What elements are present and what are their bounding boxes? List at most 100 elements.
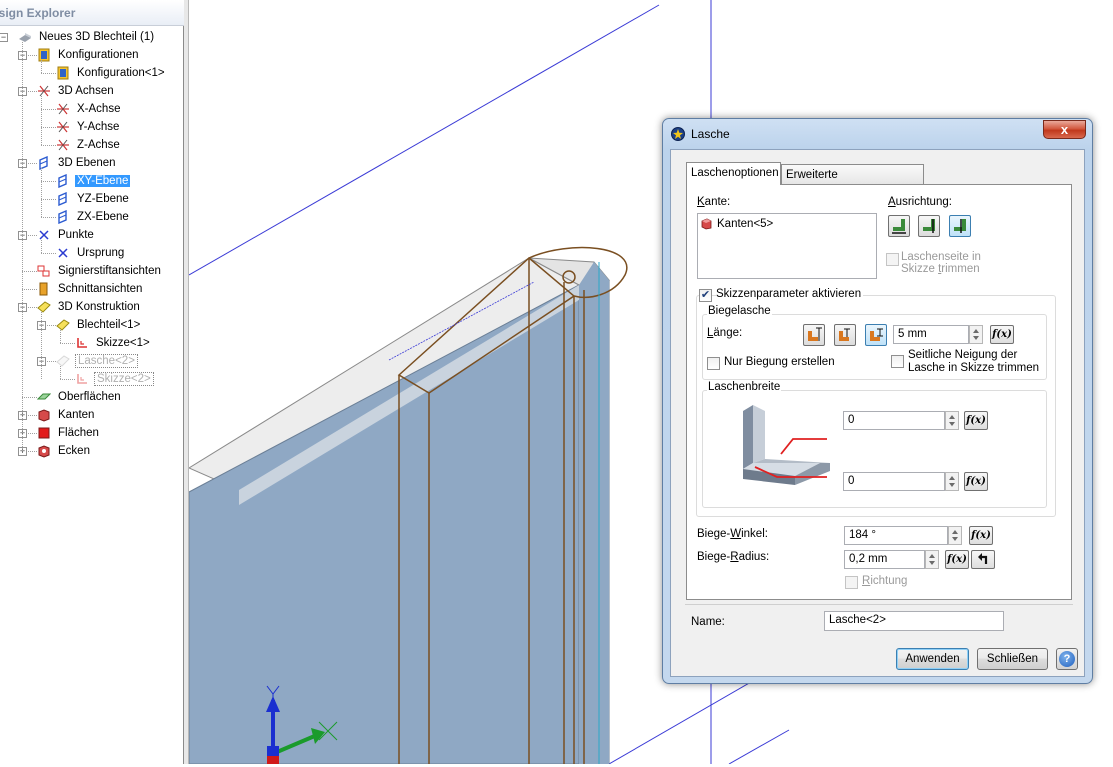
tree-item-label: Skizze<1> — [96, 337, 150, 349]
help-button[interactable]: ? — [1056, 648, 1078, 670]
tree-item[interactable]: Schnittansichten — [37, 280, 144, 298]
tree-item[interactable]: YZ-Ebene — [56, 190, 131, 208]
orientation-center-button[interactable] — [918, 215, 940, 237]
biege-winkel-spinner[interactable] — [948, 526, 962, 545]
length-tangent-button[interactable] — [865, 324, 887, 346]
tree-item[interactable]: Kanten — [37, 406, 96, 424]
configurations-icon — [38, 48, 50, 62]
laschenbreite-offset1-spinner[interactable] — [945, 411, 959, 430]
origin-icon — [58, 248, 68, 258]
corners-icon — [38, 445, 50, 458]
kante-label: Kante: — [697, 196, 731, 208]
biege-radius-spinner[interactable] — [925, 550, 939, 569]
tree-item[interactable]: Flächen — [37, 424, 101, 442]
nur-biegung-checkbox[interactable] — [707, 357, 720, 370]
tab-laschenoptionen[interactable]: Laschenoptionen — [686, 162, 781, 185]
tree-item[interactable]: Skizze<2> — [75, 370, 154, 388]
ausrichtung-label: Ausrichtung: — [888, 196, 952, 208]
tab-page: Kante: Kanten<5> Ausrichtung: Laschensei… — [686, 184, 1072, 600]
kante-listbox[interactable]: Kanten<5> — [697, 213, 877, 279]
faces-icon — [38, 427, 50, 439]
seitliche-neigung-checkbox[interactable] — [891, 355, 904, 368]
tree-item[interactable]: 3D Achsen — [37, 82, 116, 100]
tree-item[interactable]: Konfigurationen — [37, 46, 141, 64]
edges-icon — [38, 409, 50, 422]
biege-winkel-input[interactable]: 184 ° — [844, 526, 948, 545]
tree-item[interactable]: XY-Ebene — [56, 172, 131, 190]
laschenbreite-offset1-input[interactable]: 0 — [843, 411, 945, 430]
tree-connector — [22, 42, 23, 451]
tree-item-label: Signierstiftansichten — [58, 265, 161, 277]
length-inner-icon — [839, 328, 850, 341]
sheetmetal-icon — [56, 319, 70, 331]
tree-item-label: Lasche<2> — [75, 354, 138, 368]
length-inner-button[interactable] — [834, 324, 856, 346]
explorer-tree[interactable]: Neues 3D Blechteil (1) − Konfigurationen − K… — [0, 26, 183, 764]
design-explorer-panel: esign Explorer Neues 3D Blechteil (1) − Ko… — [0, 0, 184, 764]
laenge-formula-button[interactable]: f(x) — [990, 325, 1014, 344]
trim-in-sketch-checkbox[interactable] — [886, 253, 899, 266]
schliessen-button[interactable]: Schließen — [977, 648, 1048, 670]
tree-item[interactable]: Punkte — [37, 226, 96, 244]
name-input[interactable]: Lasche<2> — [824, 611, 1004, 631]
tab-erweiterte-laschenoptionen[interactable]: Erweiterte Laschenoptionen — [781, 164, 924, 201]
axis-icon — [57, 103, 69, 115]
tree-item[interactable]: 3D Konstruktion — [37, 298, 142, 316]
tree-item-label: Z-Achse — [77, 139, 120, 151]
laschenbreite-offset1-formula-button[interactable]: f(x) — [964, 411, 988, 430]
tree-item-label: Konfigurationen — [58, 49, 139, 61]
tree-item[interactable]: ZX-Ebene — [56, 208, 131, 226]
sketch-icon — [77, 374, 87, 384]
laenge-input[interactable]: 5 mm — [893, 325, 969, 344]
biege-winkel-formula-button[interactable]: f(x) — [969, 526, 993, 545]
tree-item[interactable]: 3D Ebenen — [37, 154, 118, 172]
list-item[interactable]: Kanten<5> — [700, 217, 773, 231]
orientation-inside-button[interactable] — [949, 215, 971, 237]
tree-item[interactable]: Z-Achse — [56, 136, 122, 154]
tree-item[interactable]: Ursprung — [56, 244, 126, 262]
richtung-checkbox[interactable] — [845, 576, 858, 589]
configuration-icon — [57, 66, 69, 80]
plane-icon — [58, 192, 67, 206]
tree-item[interactable]: Y-Achse — [56, 118, 121, 136]
axis-icon — [57, 139, 69, 151]
close-button[interactable]: x — [1043, 120, 1086, 139]
anwenden-button[interactable]: Anwenden — [896, 648, 969, 670]
tree-item[interactable]: X-Achse — [56, 100, 122, 118]
tree-item-label: 3D Ebenen — [58, 157, 116, 169]
tree-item[interactable]: Signierstiftansichten — [37, 262, 163, 280]
biege-radius-formula-button[interactable]: f(x) — [945, 550, 969, 569]
tree-item-label: Y-Achse — [77, 121, 120, 133]
length-outer-button[interactable] — [803, 324, 825, 346]
dialog-client: Laschenoptionen Erweiterte Laschenoption… — [670, 149, 1085, 677]
tree-connector — [41, 168, 42, 217]
tree-item-label: 3D Achsen — [58, 85, 114, 97]
tree-item-label: Blechteil<1> — [77, 319, 141, 331]
help-icon: ? — [1059, 651, 1075, 667]
tree-connector — [60, 330, 61, 343]
tree-item[interactable]: Oberflächen — [37, 388, 123, 406]
skizzenparameter-checkbox[interactable]: ✔ — [699, 289, 712, 302]
tree-item[interactable]: Lasche<2> — [56, 352, 138, 370]
tree-item-label: Ursprung — [77, 247, 125, 259]
length-tangent-icon — [870, 328, 883, 341]
tree-item[interactable]: Blechteil<1> — [56, 316, 142, 334]
biege-radius-default-button[interactable] — [971, 550, 995, 569]
laschenbreite-offset2-spinner[interactable] — [945, 472, 959, 491]
laenge-spinner[interactable] — [969, 325, 983, 344]
tree-item[interactable]: Skizze<1> — [75, 334, 152, 352]
biege-radius-label: Biege-Radius: — [697, 551, 770, 563]
tree-item[interactable]: Konfiguration<1> — [56, 64, 167, 82]
tree-connector — [41, 181, 56, 182]
tree-item[interactable]: Ecken — [37, 442, 92, 460]
collapse-icon[interactable]: − — [0, 33, 8, 42]
nur-biegung-label: Nur Biegung erstellen — [724, 356, 835, 368]
tree-item[interactable]: Neues 3D Blechteil (1) — [18, 28, 156, 46]
orientation-outside-icon — [892, 219, 906, 234]
laschenbreite-offset2-input[interactable]: 0 — [843, 472, 945, 491]
orientation-outside-button[interactable] — [888, 215, 910, 237]
biegelasche-title: Biegelasche — [707, 305, 772, 317]
tree-item-label: Schnittansichten — [58, 283, 143, 295]
laschenbreite-offset2-formula-button[interactable]: f(x) — [964, 472, 988, 491]
biege-radius-input[interactable]: 0,2 mm — [844, 550, 925, 569]
